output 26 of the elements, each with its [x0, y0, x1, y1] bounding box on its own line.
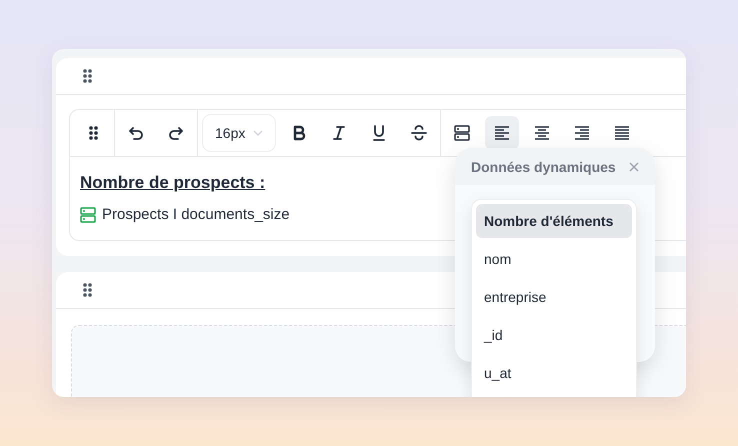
align-left-icon — [494, 125, 510, 141]
undo-icon — [128, 125, 144, 141]
align-justify-icon — [614, 125, 630, 141]
database-icon — [454, 125, 470, 141]
drag-handle-icon[interactable] — [83, 283, 92, 297]
italic-icon — [332, 125, 346, 141]
popover-title: Données dynamiques — [471, 158, 616, 174]
dropdown-option[interactable]: entreprise — [476, 280, 632, 314]
drag-handle-icon — [88, 126, 98, 140]
redo-icon — [168, 125, 184, 141]
align-right-icon — [574, 125, 590, 141]
dropdown-option[interactable]: Nombre d'éléments — [476, 204, 632, 238]
dropdown-option[interactable]: u_at — [476, 356, 632, 390]
strikethrough-icon — [411, 125, 427, 141]
data-field-token[interactable]: Prospects I documents_size — [102, 206, 290, 223]
dropdown-option[interactable]: nom — [476, 242, 632, 276]
database-icon — [80, 206, 96, 222]
font-size-select[interactable]: 16px — [202, 114, 276, 152]
underline-icon — [372, 124, 386, 142]
dropdown-option[interactable]: _id — [476, 318, 632, 352]
drag-handle-icon[interactable] — [83, 69, 92, 83]
caret-icon — [253, 130, 263, 136]
align-center-icon — [534, 125, 550, 141]
heading-text: Nombre de prospects : — [80, 173, 266, 194]
bold-icon — [292, 125, 306, 141]
align-left-button[interactable] — [485, 116, 519, 150]
